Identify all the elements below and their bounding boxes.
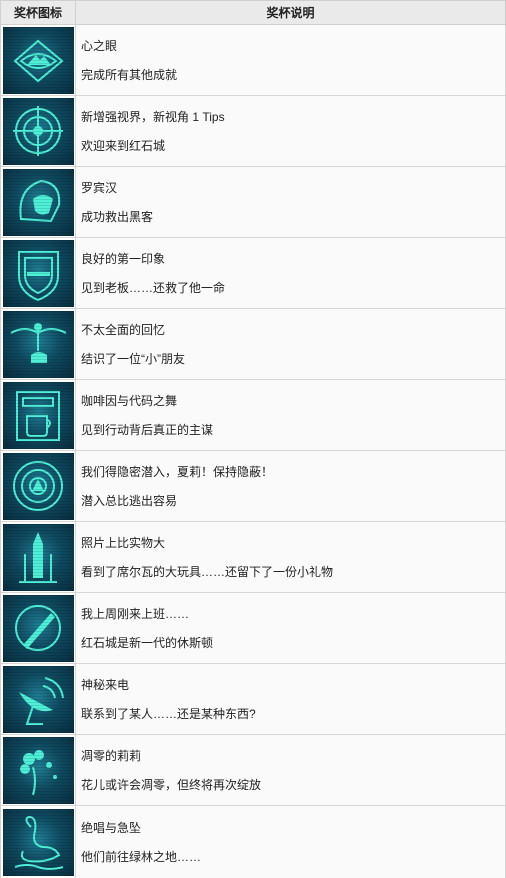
- table-row: 凋零的莉莉花儿或许会凋零，但终将再次绽放: [1, 735, 506, 806]
- trophy-title: 绝唱与急坠: [81, 821, 142, 835]
- table-row: 新增强视界，新视角 1 Tips 欢迎来到红石城: [1, 96, 506, 167]
- coffee-machine-icon: [2, 381, 74, 449]
- trophy-title: 我们得隐密潜入，夏莉！保持隐蔽！: [81, 464, 274, 479]
- trophy-title: 罗宾汉: [81, 180, 118, 195]
- table-row: 神秘来电联系到了某人……还是某种东西?: [1, 664, 506, 735]
- radar-target-icon: [2, 452, 74, 520]
- table-row: 照片上比实物大看到了席尔瓦的大玩具……还留下了一份小礼物: [1, 522, 506, 593]
- trophy-desc: 联系到了某人……还是某种东西?: [81, 706, 256, 721]
- trophy-title: 心之眼: [81, 38, 118, 53]
- table-row: 绝唱与急坠他们前往绿林之地……: [1, 806, 506, 878]
- table-row: 咖啡因与代码之舞见到行动背后真正的主谋: [1, 380, 506, 451]
- compass-emblem-icon: [2, 97, 74, 165]
- trophy-title: 不太全面的回忆: [81, 322, 166, 337]
- trophy-desc: 他们前往绿林之地……: [81, 850, 202, 864]
- header-icon-col: 奖杯图标: [1, 1, 76, 24]
- trophy-desc: 结识了一位“小”朋友: [81, 351, 185, 366]
- trophy-desc: 看到了席尔瓦的大玩具……还留下了一份小礼物: [81, 564, 334, 579]
- withered-flower-icon: [2, 736, 74, 804]
- table-header: 奖杯图标 奖杯说明: [1, 1, 506, 25]
- table-row: 良好的第一印象见到老板……还救了他一命: [1, 238, 506, 309]
- trophy-desc: 潜入总比逃出容易: [81, 493, 178, 508]
- trophy-desc: 欢迎来到红石城: [81, 138, 166, 153]
- trophy-desc: 完成所有其他成就: [81, 67, 178, 82]
- table-row: 罗宾汉 成功救出黑客: [1, 167, 506, 238]
- table-row: 不太全面的回忆结识了一位“小”朋友: [1, 309, 506, 380]
- trophy-desc: 见到行动背后真正的主谋: [81, 422, 214, 437]
- trophy-title: 新增强视界，新视角 1 Tips: [81, 109, 225, 124]
- table-row: 心之眼完成所有其他成就: [1, 25, 506, 96]
- trophy-desc: 花儿或许会凋零，但终将再次绽放: [81, 777, 262, 792]
- table-row: 我们得隐密潜入，夏莉！保持隐蔽！ 潜入总比逃出容易: [1, 451, 506, 522]
- swan-icon: [2, 809, 74, 876]
- trophy-table: 奖杯图标 奖杯说明 心之眼完成所有其他成就 新增强视界，新视角 1 Tips 欢迎…: [0, 0, 506, 878]
- table-row: 我上周刚来上班…… 红石城是新一代的休斯顿: [1, 593, 506, 664]
- header-desc-col: 奖杯说明: [76, 1, 506, 24]
- slash-circle-icon: [2, 594, 74, 662]
- satellite-dish-icon: [2, 665, 74, 733]
- trophy-title: 凋零的莉莉: [81, 748, 142, 763]
- trophy-title: 良好的第一印象: [81, 251, 166, 266]
- trophy-desc: 成功救出黑客: [81, 209, 154, 224]
- shield-badge-icon: [2, 239, 74, 307]
- trophy-title: 我上周刚来上班……: [81, 606, 190, 621]
- trophy-desc: 红石城是新一代的休斯顿: [81, 635, 214, 650]
- hooded-head-icon: [2, 168, 74, 236]
- trophy-title: 照片上比实物大: [81, 535, 166, 550]
- winged-figure-icon: [2, 310, 74, 378]
- eye-mountain-icon: [2, 26, 74, 94]
- rocket-icon: [2, 523, 74, 591]
- trophy-title: 神秘来电: [81, 677, 130, 692]
- trophy-desc: 见到老板……还救了他一命: [81, 280, 226, 295]
- trophy-title: 咖啡因与代码之舞: [81, 393, 178, 408]
